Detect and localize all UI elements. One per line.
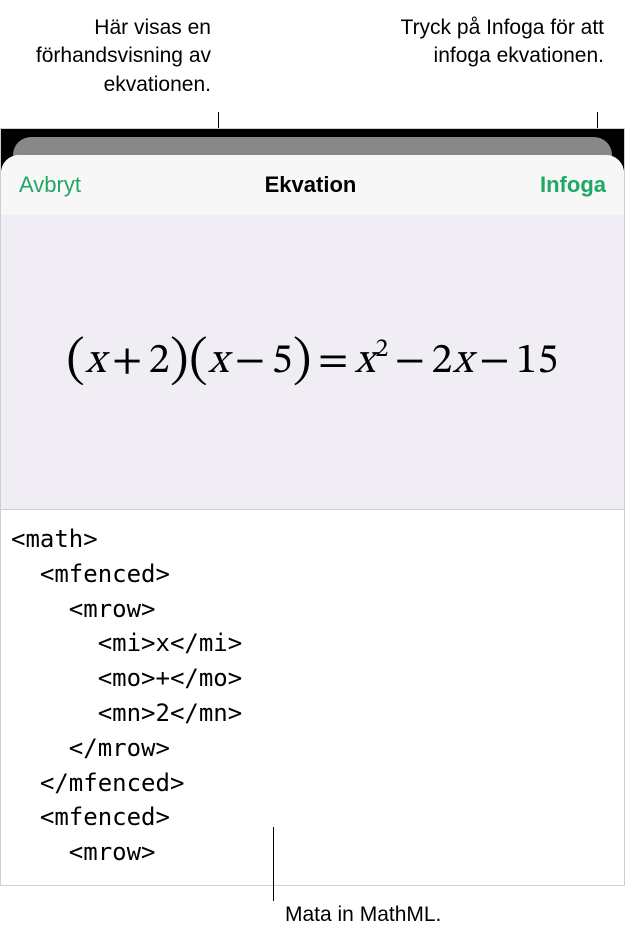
equation-rendered: (x+2)(x−5)=x2−2x−15	[66, 330, 558, 395]
num-15: 15	[516, 340, 559, 382]
right-paren: )	[170, 336, 189, 388]
callout-insert-text: Tryck på Infoga för att infoga ekvatione…	[349, 14, 604, 71]
exponent-2: 2	[375, 337, 388, 363]
var-x: x	[85, 340, 106, 382]
var-x: x	[453, 340, 474, 382]
num-2: 2	[431, 340, 452, 382]
cancel-button[interactable]: Avbryt	[19, 172, 81, 198]
num-2: 2	[149, 340, 170, 382]
left-paren: (	[189, 336, 208, 388]
left-paren: (	[66, 336, 85, 388]
equation-sheet: Avbryt Ekvation Infoga (x+2)(x−5)=x2−2x−…	[1, 155, 624, 885]
num-5: 5	[272, 340, 293, 382]
nav-bar: Avbryt Ekvation Infoga	[1, 155, 624, 215]
callout-input-text: Mata in MathML.	[285, 903, 441, 927]
device-frame: Avbryt Ekvation Infoga (x+2)(x−5)=x2−2x−…	[0, 128, 625, 886]
mathml-input[interactable]: <math> <mfenced> <mrow> <mi>x</mi> <mo>+…	[1, 510, 624, 885]
right-paren: )	[293, 336, 312, 388]
callout-preview-text: Här visas en förhandsvisning av ekvation…	[11, 14, 211, 99]
equation-preview: (x+2)(x−5)=x2−2x−15	[1, 215, 624, 510]
var-x: x	[355, 340, 376, 382]
minus-op: −	[229, 340, 272, 382]
minus-op: −	[473, 340, 516, 382]
callout-line	[273, 827, 274, 901]
insert-button[interactable]: Infoga	[540, 172, 606, 198]
equals-op: =	[312, 340, 355, 382]
sheet-title: Ekvation	[265, 172, 357, 198]
plus-op: +	[106, 340, 149, 382]
var-x: x	[208, 340, 229, 382]
minus-op: −	[389, 340, 432, 382]
